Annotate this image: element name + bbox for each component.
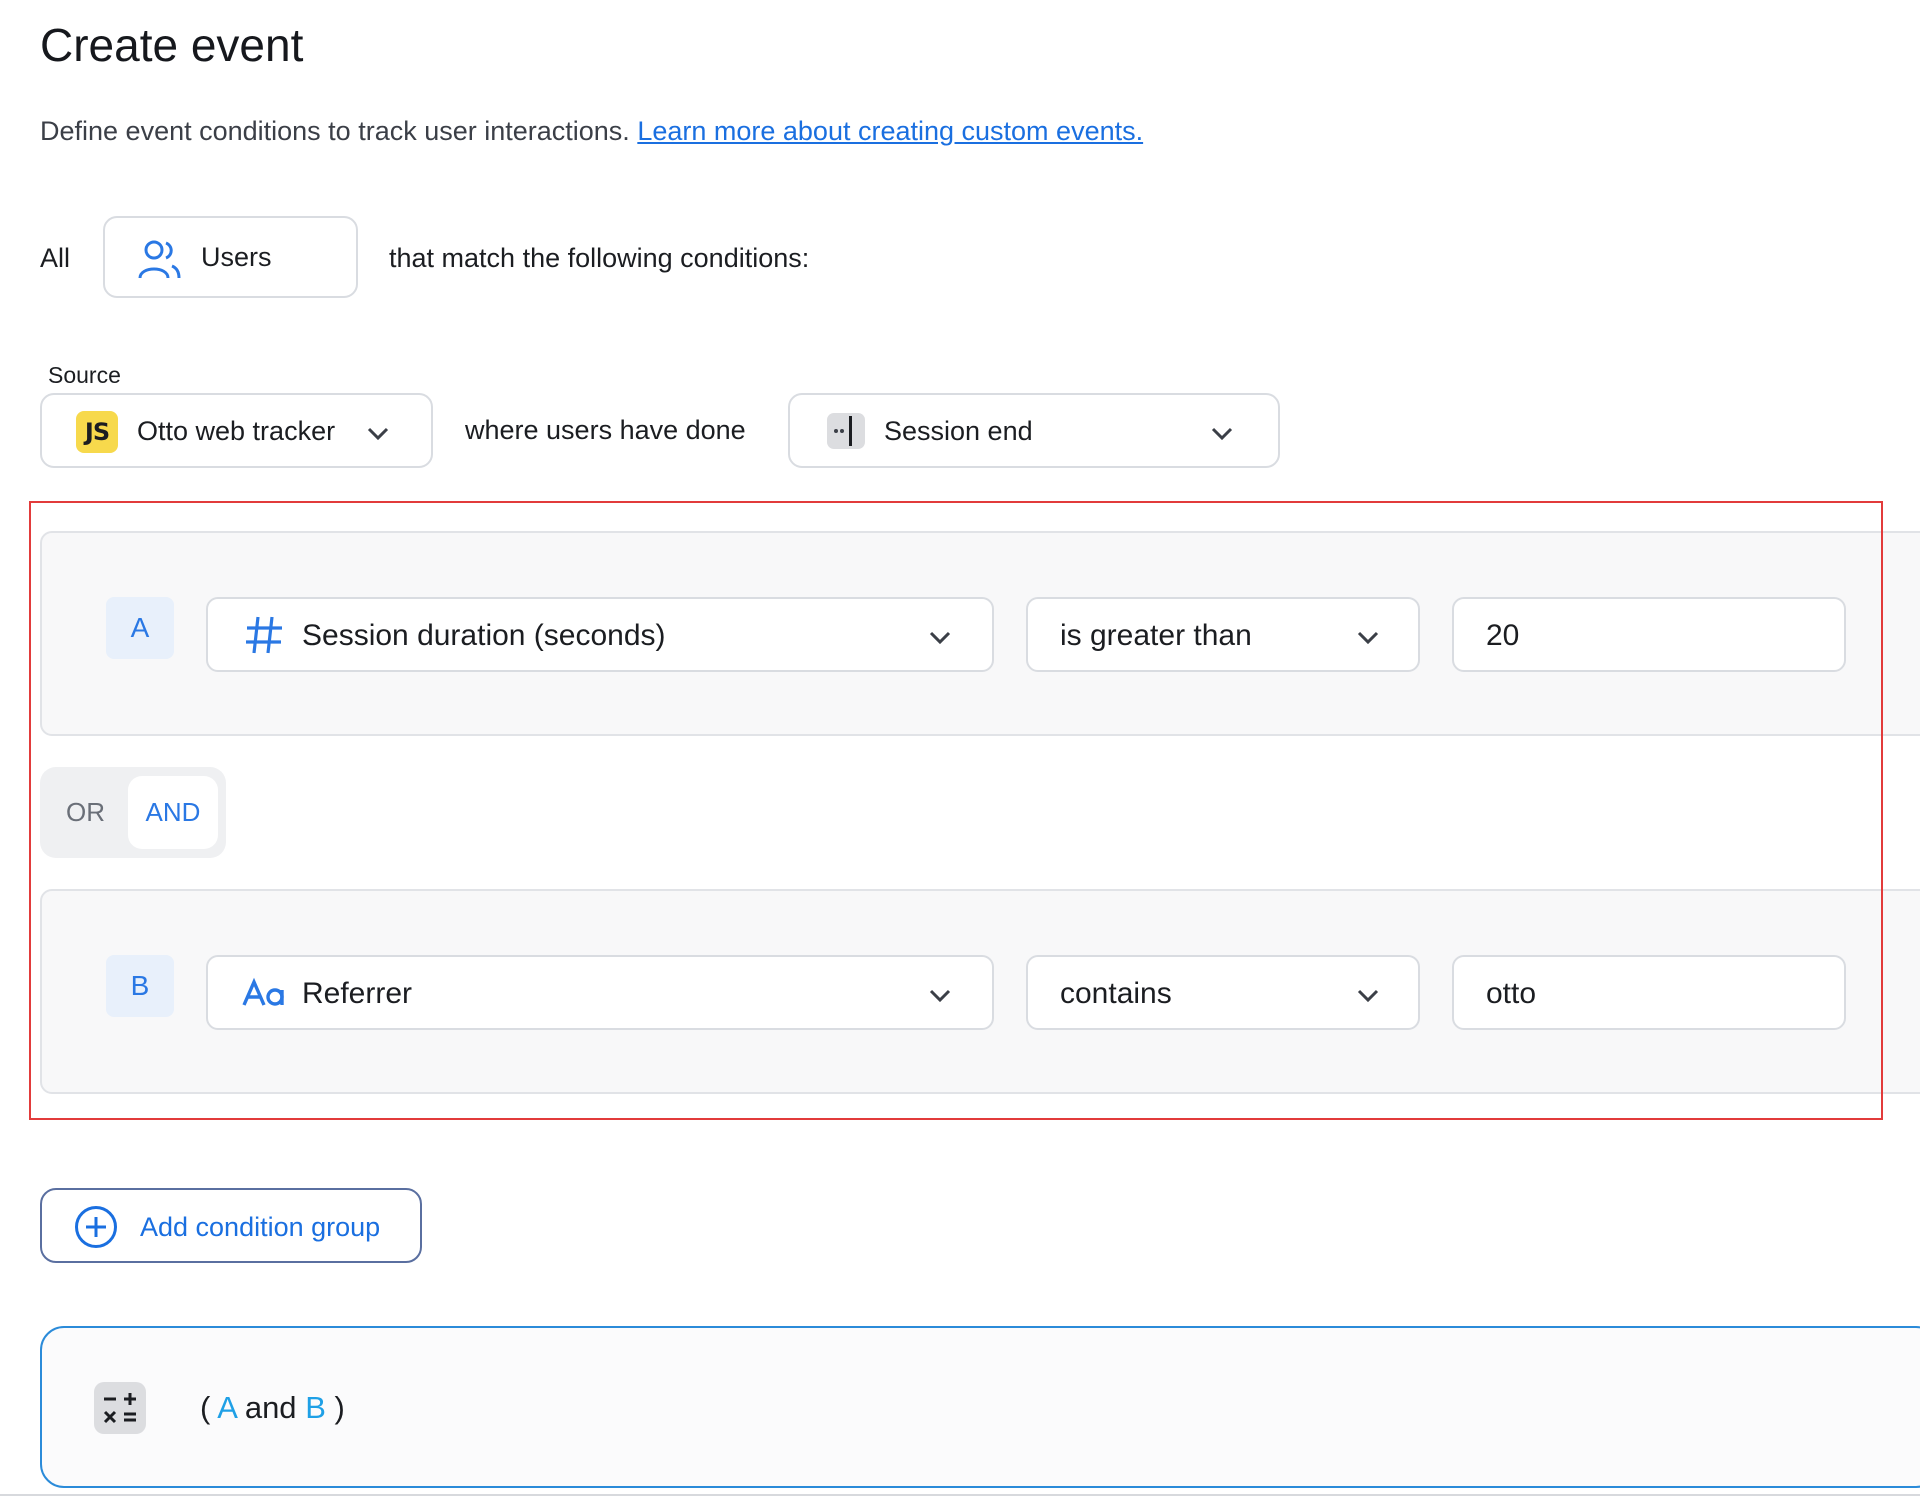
session-end-icon: [827, 413, 865, 449]
chevron-down-icon: [1211, 427, 1233, 441]
event-select[interactable]: Session end: [788, 393, 1280, 468]
event-selected-label: Session end: [884, 416, 1033, 446]
bottom-divider: [0, 1494, 1920, 1496]
audience-entity-label: Users: [201, 242, 272, 272]
formula-open-paren: (: [200, 1390, 211, 1425]
calculator-icon: [94, 1382, 146, 1434]
source-select[interactable]: JS Otto web tracker: [40, 393, 433, 468]
formula-ref-a[interactable]: A: [217, 1390, 236, 1425]
add-condition-group-label: Add condition group: [140, 1212, 381, 1242]
audience-entity-select[interactable]: Users: [103, 216, 358, 298]
source-selected-label: Otto web tracker: [137, 416, 336, 446]
formula-ref-b[interactable]: B: [305, 1390, 326, 1425]
users-icon: [138, 240, 181, 279]
page-description: Define event conditions to track user in…: [40, 116, 1143, 147]
source-connector-text: where users have done: [465, 415, 746, 445]
chevron-down-icon: [367, 427, 389, 441]
page-title: Create event: [40, 19, 304, 71]
audience-prefix: All: [40, 243, 71, 273]
learn-more-link[interactable]: Learn more about creating custom events.: [637, 116, 1143, 146]
formula-expression: ( A and B ): [200, 1390, 345, 1426]
add-condition-group-button[interactable]: Add condition group: [40, 1188, 422, 1263]
js-badge-icon: JS: [76, 411, 118, 453]
audience-suffix: that match the following conditions:: [389, 243, 810, 273]
formula-joiner: and: [244, 1390, 297, 1425]
description-text: Define event conditions to track user in…: [40, 116, 630, 146]
plus-circle-icon: [75, 1206, 117, 1248]
source-label: Source: [48, 362, 121, 388]
formula-close-paren: ): [334, 1390, 345, 1425]
highlight-frame: [29, 501, 1883, 1120]
formula-panel: ( A and B ): [40, 1326, 1920, 1488]
